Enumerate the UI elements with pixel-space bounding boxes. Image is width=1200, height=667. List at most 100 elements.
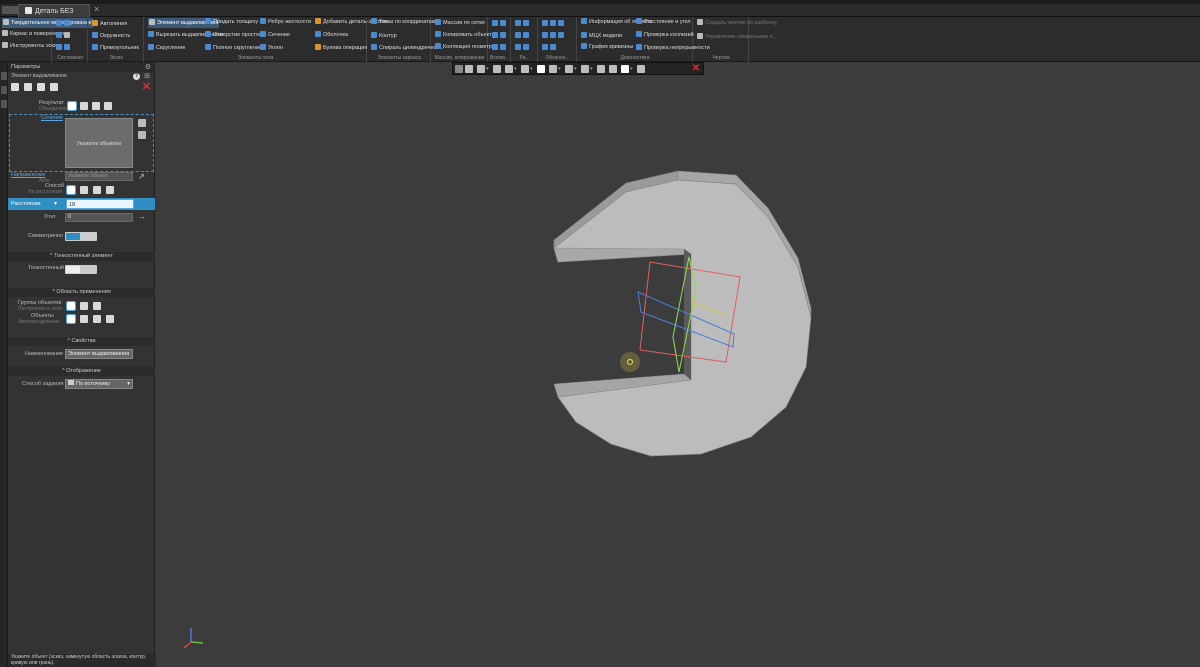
chevron-down-icon[interactable]: ▾ bbox=[530, 65, 533, 73]
clear-selection-icon[interactable] bbox=[138, 131, 146, 139]
dropdown-icon[interactable] bbox=[10, 6, 18, 14]
aux-button-3[interactable] bbox=[492, 44, 508, 52]
symmetric-toggle[interactable] bbox=[65, 232, 97, 241]
chevron-down-icon[interactable]: ▾ bbox=[590, 65, 593, 73]
draft-button[interactable]: Уклон bbox=[260, 44, 283, 52]
size-button-2[interactable] bbox=[515, 32, 531, 40]
pin-icon[interactable]: ⊞ bbox=[144, 72, 150, 81]
aux-button-2[interactable] bbox=[492, 32, 508, 40]
app-menu-icon[interactable] bbox=[2, 6, 10, 14]
rotate-icon[interactable] bbox=[505, 65, 513, 73]
size-button[interactable] bbox=[515, 20, 531, 28]
filter-icon[interactable] bbox=[621, 65, 629, 73]
fillet-button[interactable]: Скругление bbox=[148, 44, 185, 52]
properties-icon[interactable] bbox=[1, 100, 7, 108]
bodies-icon[interactable] bbox=[66, 301, 76, 311]
close-icon[interactable]: ✕ bbox=[142, 81, 151, 93]
section-link[interactable]: Сечение bbox=[41, 115, 63, 121]
snap-icon[interactable] bbox=[597, 65, 605, 73]
chevron-down-icon[interactable]: ▾ bbox=[558, 65, 561, 73]
aux-button[interactable] bbox=[492, 20, 508, 28]
display-method-select[interactable]: По источнику ▾ bbox=[65, 379, 133, 389]
chevron-down-icon[interactable]: ▾ bbox=[486, 65, 489, 73]
circle-button[interactable]: Окружность bbox=[92, 32, 130, 40]
shell-button[interactable]: Оболочка bbox=[315, 31, 348, 39]
size-button-3[interactable] bbox=[515, 44, 531, 52]
to-surface-icon[interactable] bbox=[93, 186, 101, 194]
close-tab-icon[interactable]: × bbox=[94, 4, 99, 14]
hole-button[interactable]: Отверстие простое bbox=[205, 31, 262, 39]
3d-viewport[interactable] bbox=[156, 62, 1200, 667]
autoline-button[interactable]: Автолиния bbox=[92, 20, 127, 28]
angle-input[interactable]: 0 bbox=[65, 213, 133, 222]
grid-array-button[interactable]: Массив по сетке bbox=[435, 19, 485, 27]
chevron-down-icon[interactable]: ▾ bbox=[54, 200, 57, 207]
section-button[interactable]: Сечение bbox=[260, 31, 290, 39]
shaded-view-icon[interactable] bbox=[537, 65, 545, 73]
notation-button-3[interactable] bbox=[542, 44, 558, 52]
chevron-down-icon[interactable]: ▾ bbox=[514, 65, 517, 73]
model-body[interactable] bbox=[553, 170, 812, 457]
hide-show-icon[interactable] bbox=[581, 65, 589, 73]
notation-button-2[interactable] bbox=[542, 32, 566, 40]
toolbar-grip-icon[interactable] bbox=[455, 65, 463, 73]
linked-drawings-button[interactable]: Управление связанными ч... bbox=[697, 33, 777, 41]
select-bodies-icon[interactable] bbox=[80, 315, 88, 323]
distance-input[interactable]: 18 bbox=[66, 199, 134, 209]
model-tree-icon[interactable] bbox=[1, 72, 7, 80]
direction-field[interactable]: Укажите объект bbox=[65, 172, 133, 181]
zoom-icon[interactable] bbox=[477, 65, 485, 73]
boolean-button[interactable]: Булева операция bbox=[315, 44, 367, 52]
select-all-icon[interactable] bbox=[138, 119, 146, 127]
new-file-button[interactable] bbox=[56, 20, 72, 28]
thin-wall-section-header[interactable]: ^ Тонкостенный элемент bbox=[8, 252, 155, 261]
properties-section-header[interactable]: ^ Свойства bbox=[8, 337, 155, 346]
notation-button[interactable] bbox=[542, 20, 566, 28]
rib-button[interactable]: Ребро жесткости bbox=[260, 18, 311, 26]
chevron-down-icon[interactable]: ▾ bbox=[574, 65, 577, 73]
to-vertex-icon[interactable] bbox=[80, 186, 88, 194]
thin-wall-toggle[interactable] bbox=[65, 265, 97, 274]
save-template-icon[interactable] bbox=[37, 83, 45, 91]
union-icon[interactable] bbox=[67, 101, 77, 111]
model-canvas[interactable] bbox=[156, 62, 1200, 667]
auto-detect-icon[interactable] bbox=[66, 314, 76, 324]
pan-icon[interactable] bbox=[493, 65, 501, 73]
layers-icon[interactable] bbox=[1, 86, 7, 94]
display-section-header[interactable]: ^ Отображение bbox=[8, 367, 155, 376]
full-fillet-button[interactable]: Полное скругление bbox=[205, 44, 262, 52]
create-drawing-button[interactable]: Создать чертеж по шаблону bbox=[697, 19, 777, 27]
chevron-down-icon[interactable]: ▾ bbox=[630, 65, 633, 73]
new-body-icon[interactable] bbox=[80, 102, 88, 110]
preview-icon[interactable] bbox=[24, 83, 32, 91]
select-parts-icon[interactable] bbox=[93, 315, 101, 323]
display-mode-icon[interactable] bbox=[549, 65, 557, 73]
intersect-icon[interactable] bbox=[104, 102, 112, 110]
close-icon[interactable]: ✕ bbox=[692, 63, 700, 75]
to-distance-icon[interactable] bbox=[66, 185, 76, 195]
pick-icon[interactable] bbox=[637, 65, 645, 73]
undo-redo-button[interactable] bbox=[56, 44, 72, 52]
surfaces-icon[interactable] bbox=[80, 302, 88, 310]
create-object-icon[interactable] bbox=[11, 83, 19, 91]
objects-list[interactable]: Укажите объекты bbox=[65, 118, 133, 168]
grid-icon[interactable] bbox=[609, 65, 617, 73]
edit-tools-button[interactable] bbox=[56, 32, 72, 40]
section-view-icon[interactable] bbox=[565, 65, 573, 73]
point-coords-button[interactable]: Точка по координатам bbox=[371, 18, 436, 26]
name-input[interactable]: Элемент выдавливания bbox=[65, 349, 133, 359]
contour-button[interactable]: Контур bbox=[371, 32, 397, 40]
mass-props-button[interactable]: МЦХ модели bbox=[581, 32, 622, 40]
distance-angle-button[interactable]: Расстояние и угол bbox=[636, 18, 691, 26]
select-components-icon[interactable] bbox=[106, 315, 114, 323]
thicken-button[interactable]: Придать толщину bbox=[205, 18, 258, 26]
arrow-right-icon[interactable]: → bbox=[138, 212, 146, 221]
through-all-icon[interactable] bbox=[106, 186, 114, 194]
orientation-icon[interactable] bbox=[521, 65, 529, 73]
help-icon[interactable]: ? bbox=[133, 73, 140, 80]
subtract-icon[interactable] bbox=[92, 102, 100, 110]
parts-icon[interactable] bbox=[93, 302, 101, 310]
pick-direction-icon[interactable]: ↗ bbox=[138, 172, 145, 181]
scope-section-header[interactable]: ^ Область применения bbox=[8, 288, 155, 297]
copy-objects-button[interactable]: Копировать объекты bbox=[435, 31, 496, 39]
